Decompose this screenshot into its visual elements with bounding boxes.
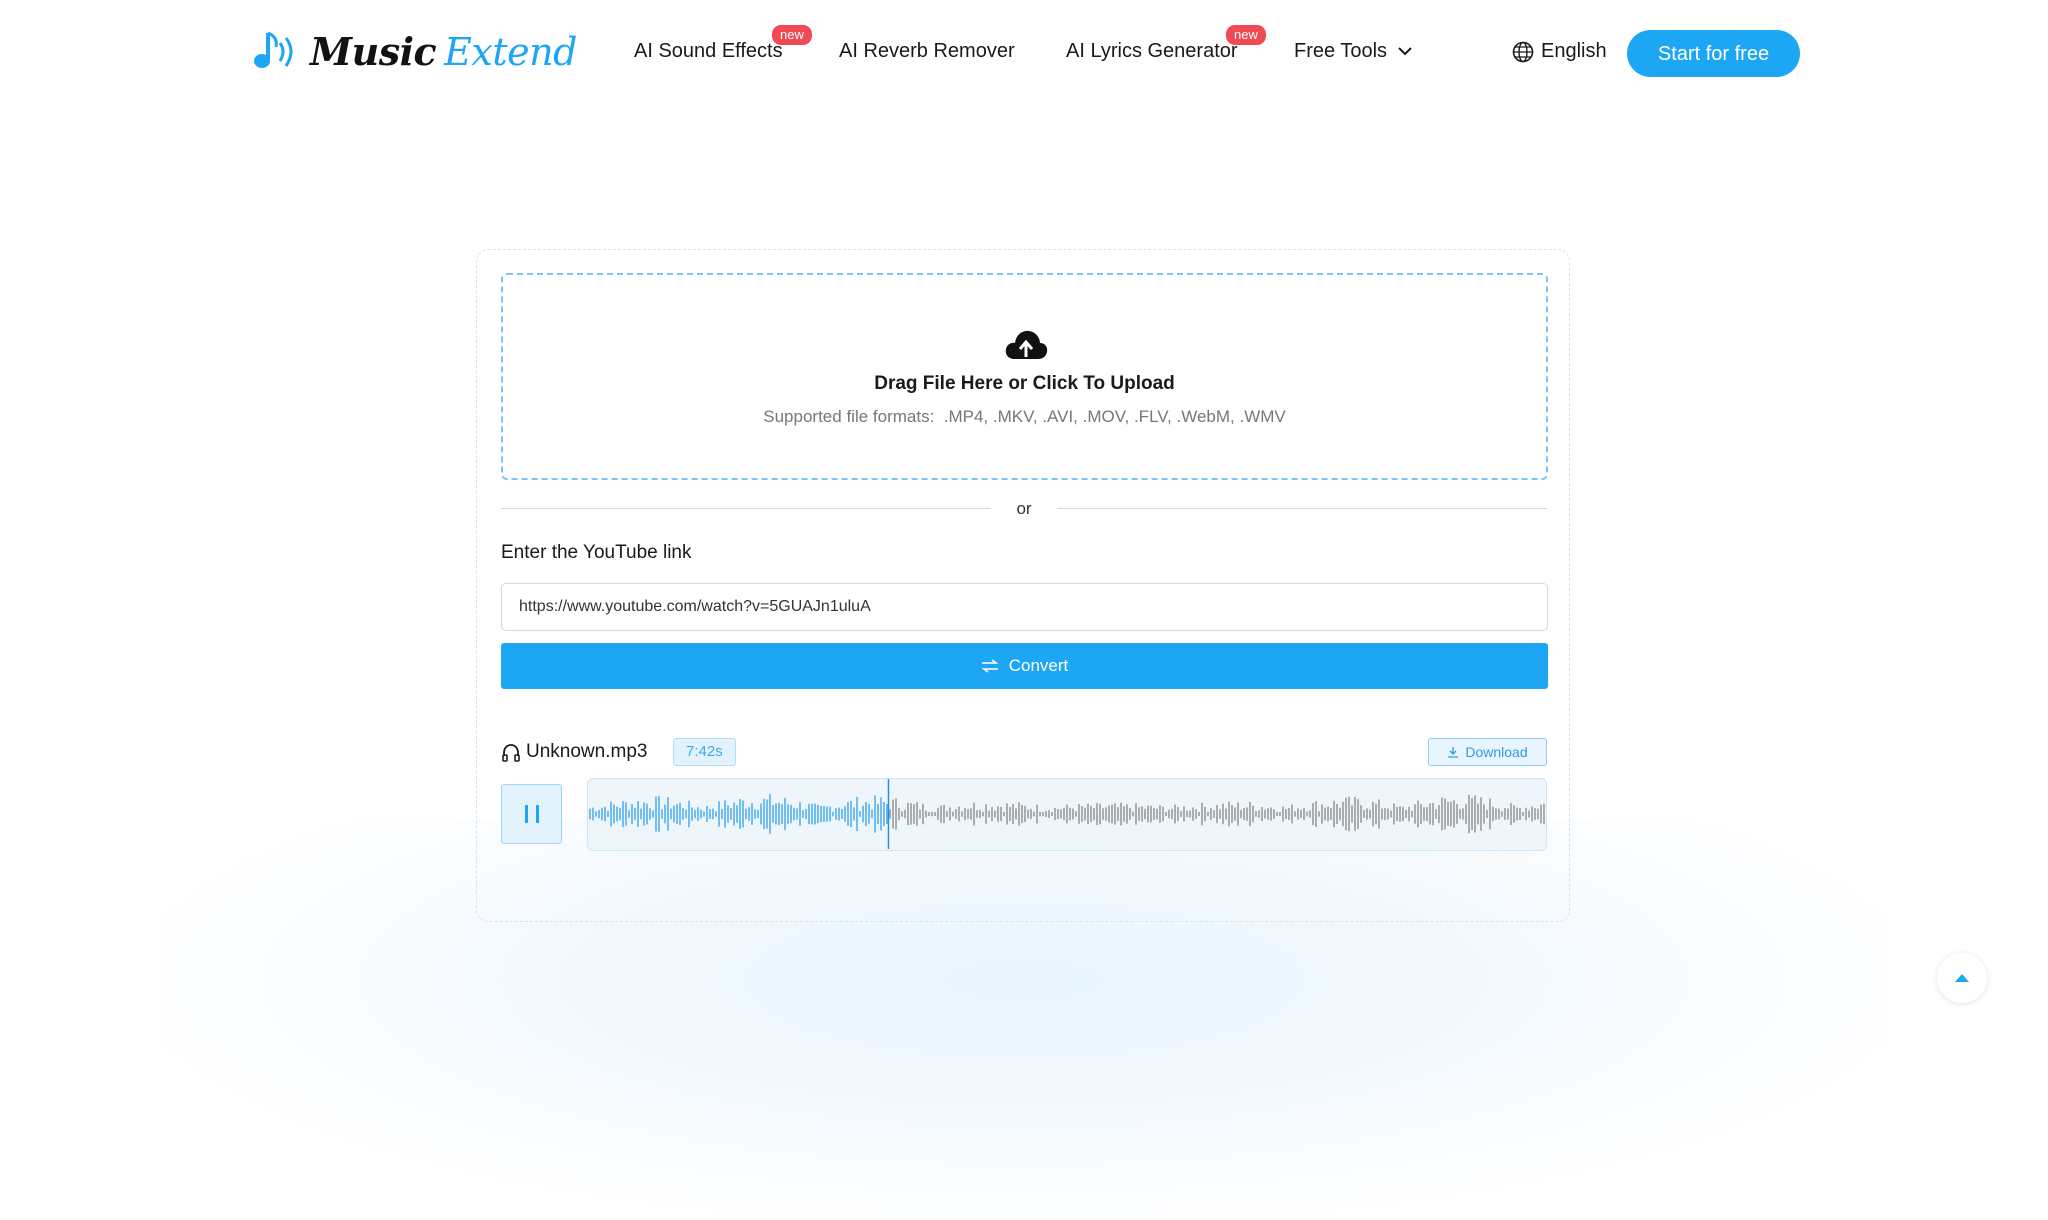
audio-waveform[interactable] xyxy=(587,778,1547,851)
supported-formats: Supported file formats: .MP4, .MKV, .AVI… xyxy=(503,407,1546,427)
convert-button[interactable]: Convert xyxy=(501,643,1548,689)
music-note-icon xyxy=(254,31,293,68)
audio-file-name: Unknown.mp3 xyxy=(526,741,648,762)
divider-right xyxy=(1057,508,1547,509)
waveform-graphic xyxy=(589,779,1545,849)
language-label: English xyxy=(1541,40,1607,62)
cloud-upload-icon xyxy=(1005,330,1048,359)
start-for-free-button[interactable]: Start for free xyxy=(1627,30,1800,77)
formats-label: Supported file formats: xyxy=(763,407,935,426)
brand-logo[interactable]: Music Extend xyxy=(252,26,577,78)
download-label: Download xyxy=(1465,744,1528,760)
divider-left xyxy=(501,508,991,509)
upload-dropzone[interactable]: Drag File Here or Click To Upload Suppor… xyxy=(501,273,1548,480)
brand-name-music: Music xyxy=(310,29,437,74)
new-badge-lyrics-generator: new xyxy=(1226,25,1266,45)
upload-title: Drag File Here or Click To Upload xyxy=(874,373,1175,394)
nav-item-free-tools[interactable]: Free Tools xyxy=(1294,40,1413,63)
pause-button[interactable] xyxy=(501,784,562,844)
caret-up-icon xyxy=(1955,974,1969,982)
convert-label: Convert xyxy=(1008,656,1069,675)
globe-icon xyxy=(1512,41,1534,62)
swap-icon xyxy=(981,659,999,673)
pause-icon-bar-left xyxy=(524,805,528,823)
language-selector[interactable]: English xyxy=(1512,40,1607,63)
download-button[interactable]: Download xyxy=(1428,738,1547,766)
audio-file-info: Unknown.mp3 7:42s Download xyxy=(501,738,1548,768)
brand-name-extend: Extend xyxy=(444,30,577,74)
new-badge-sound-effects: new xyxy=(772,25,812,45)
chevron-down-icon xyxy=(1397,47,1412,56)
headphones-icon xyxy=(502,744,520,762)
pause-icon-bar-right xyxy=(535,805,539,823)
audio-duration-badge: 7:42s xyxy=(673,738,736,766)
scroll-to-top-button[interactable] xyxy=(1937,953,1987,1003)
nav-item-ai-reverb-remover[interactable]: AI Reverb Remover xyxy=(839,40,1015,63)
formats-list: .MP4, .MKV, .AVI, .MOV, .FLV, .WebM, .WM… xyxy=(943,407,1286,426)
download-icon xyxy=(1448,747,1459,758)
nav-item-ai-lyrics-generator[interactable]: AI Lyrics Generator xyxy=(1066,40,1238,63)
free-tools-label: Free Tools xyxy=(1294,40,1388,62)
youtube-link-label: Enter the YouTube link xyxy=(501,542,692,563)
divider-or: or xyxy=(1016,499,1032,518)
site-header: Music Extend AI Sound Effects new AI Reve… xyxy=(0,0,2048,108)
youtube-link-input[interactable] xyxy=(501,583,1548,631)
nav-item-ai-sound-effects[interactable]: AI Sound Effects xyxy=(634,40,783,63)
